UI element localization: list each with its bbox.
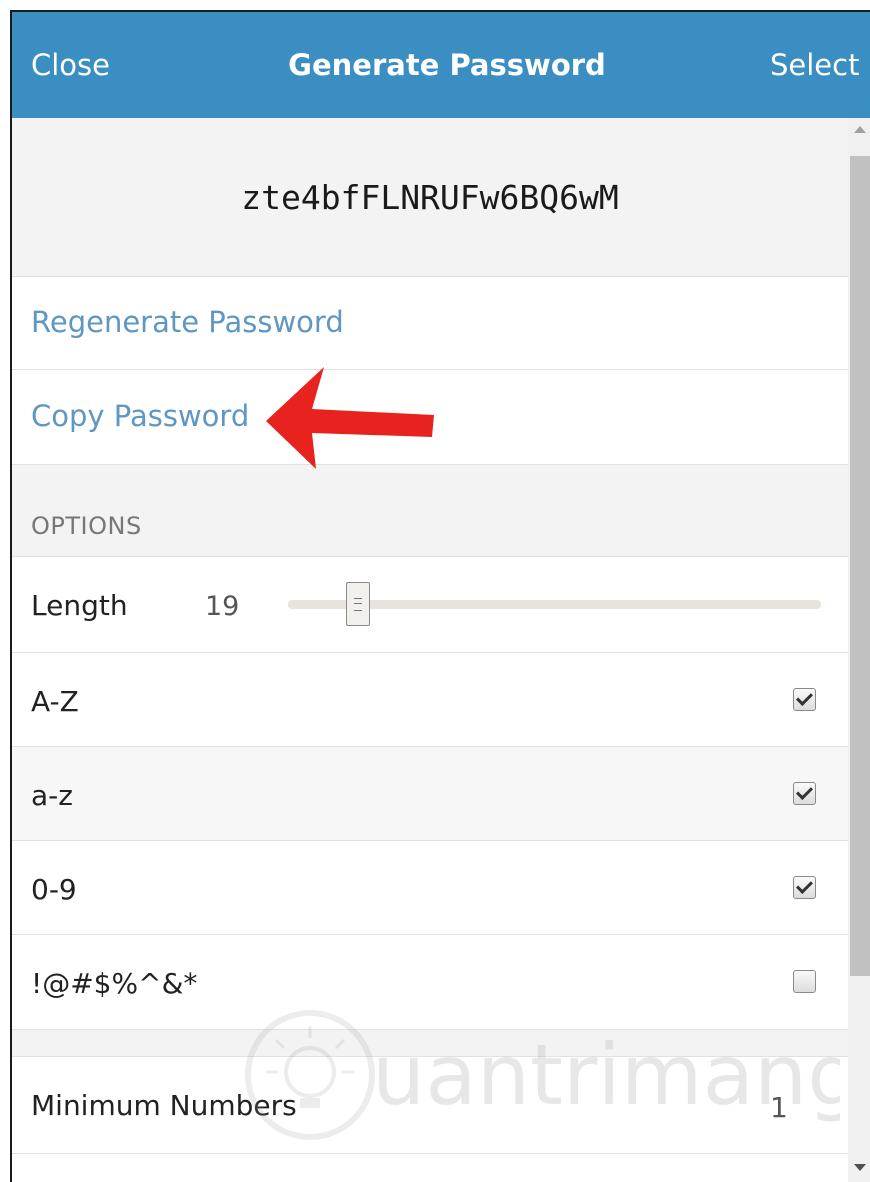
digits-checkbox[interactable] [793,876,816,899]
length-value: 19 [205,591,240,622]
options-spacer [12,1030,848,1057]
red-pointer-arrow-icon [266,367,434,469]
select-button[interactable]: Select [770,48,859,82]
scroll-down-arrow-icon[interactable] [854,1164,866,1171]
generated-password-panel: zte4bfFLNRUFw6BQ6wM [12,118,848,277]
copy-password-link[interactable]: Copy Password [31,399,249,433]
options-section-label: OPTIONS [31,512,142,540]
dialog-header: Close Generate Password Select [12,12,870,118]
lowercase-checkbox[interactable] [793,782,816,805]
option-row-symbols[interactable]: !@#$%^&* [12,935,848,1030]
option-row-uppercase[interactable]: A-Z [12,653,848,747]
generate-password-dialog: Close Generate Password Select zte4bfFLN… [10,10,870,1182]
vertical-scrollbar[interactable] [848,118,870,1182]
uppercase-label: A-Z [31,685,79,718]
next-option-row [12,1154,848,1182]
minimum-numbers-label: Minimum Numbers [31,1089,297,1122]
length-slider-handle[interactable] [346,582,370,626]
lowercase-label: a-z [31,779,73,812]
digits-label: 0-9 [31,873,77,906]
length-row: Length 19 [12,557,848,653]
symbols-label: !@#$%^&* [31,967,198,1000]
dialog-title: Generate Password [288,48,606,82]
options-section-header: OPTIONS [12,465,848,557]
option-row-lowercase[interactable]: a-z [12,747,848,841]
generated-password: zte4bfFLNRUFw6BQ6wM [241,178,619,217]
uppercase-checkbox[interactable] [793,688,816,711]
scrollbar-thumb[interactable] [850,156,870,976]
scroll-up-arrow-icon[interactable] [854,126,866,133]
symbols-checkbox[interactable] [793,970,816,993]
minimum-numbers-row[interactable]: Minimum Numbers 1 [12,1057,848,1154]
dialog-content: zte4bfFLNRUFw6BQ6wM Regenerate Password … [12,118,848,1182]
minimum-numbers-value: 1 [770,1091,788,1124]
regenerate-password-link[interactable]: Regenerate Password [31,305,344,339]
length-label: Length [31,589,128,622]
regenerate-row[interactable]: Regenerate Password [12,277,848,370]
option-row-digits[interactable]: 0-9 [12,841,848,935]
